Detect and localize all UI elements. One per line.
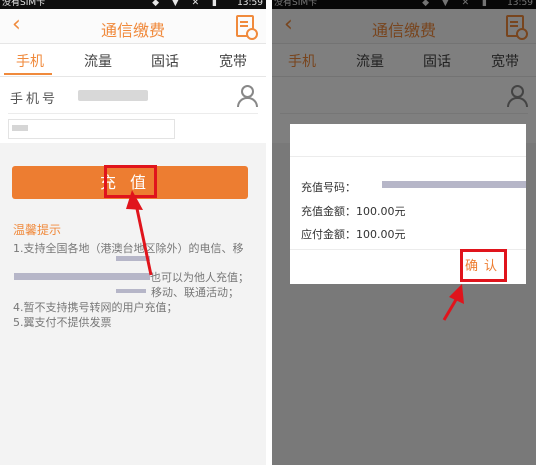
- dialog-amount-label: 充值金额：100.00元: [301, 205, 406, 218]
- tab-landline[interactable]: 固话: [151, 51, 179, 71]
- blurred-text: [116, 289, 146, 293]
- tip-item: 也可以为他人充值；: [150, 271, 249, 284]
- confirm-dialog: 充值号码： 充值金额：100.00元 应付金额：100.00元 确认: [290, 124, 526, 284]
- tab-broadband[interactable]: 宽带: [219, 51, 247, 71]
- tip-item: 4.暂不支持携号转网的用户充值；: [13, 301, 178, 314]
- tips-title: 温馨提示: [13, 223, 62, 237]
- phone-label: 手机号: [10, 92, 59, 107]
- annotation-arrow: [126, 190, 153, 276]
- phone-form: 手机号: [0, 77, 266, 143]
- highlight-box: [460, 249, 507, 282]
- left-screen: 没有SIM卡 ◆ ▼ ✕ ▮ 13:59 ‹ 通信缴费 手机 流量 固话 宽带 …: [0, 0, 266, 465]
- phone-number-input[interactable]: [78, 90, 148, 101]
- blurred-number: [382, 181, 526, 188]
- tab-phone[interactable]: 手机: [16, 51, 44, 71]
- tip-item: 5.翼支付不提供发票: [13, 316, 112, 329]
- clock: 13:59: [237, 0, 263, 8]
- right-screen: 没有SIM卡 ◆ ▼ ✕ ▮ 13:59 ‹ 通信缴费 手机 流量 固话 宽带 …: [272, 0, 536, 465]
- bill-icon[interactable]: [236, 15, 258, 40]
- tab-data[interactable]: 流量: [84, 51, 112, 71]
- dialog-pay-label: 应付金额：100.00元: [301, 228, 406, 241]
- carrier-label: 没有SIM卡: [2, 0, 46, 8]
- amount-field[interactable]: [8, 119, 175, 139]
- status-icons: ◆ ▼ ✕ ▮: [152, 0, 222, 8]
- tab-bar: 手机 流量 固话 宽带: [0, 44, 266, 77]
- page-title: 通信缴费: [100, 21, 165, 40]
- title-bar: ‹ 通信缴费: [0, 9, 266, 44]
- divider: [8, 113, 258, 114]
- contact-icon[interactable]: [236, 85, 258, 107]
- tip-item: 移动、联通活动；: [151, 286, 239, 299]
- status-bar: 没有SIM卡 ◆ ▼ ✕ ▮ 13:59: [0, 0, 266, 9]
- dialog-number-label: 充值号码：: [301, 181, 356, 194]
- annotation-arrow: [442, 284, 464, 321]
- active-tab-indicator: [4, 73, 52, 75]
- dialog-header: [290, 124, 526, 157]
